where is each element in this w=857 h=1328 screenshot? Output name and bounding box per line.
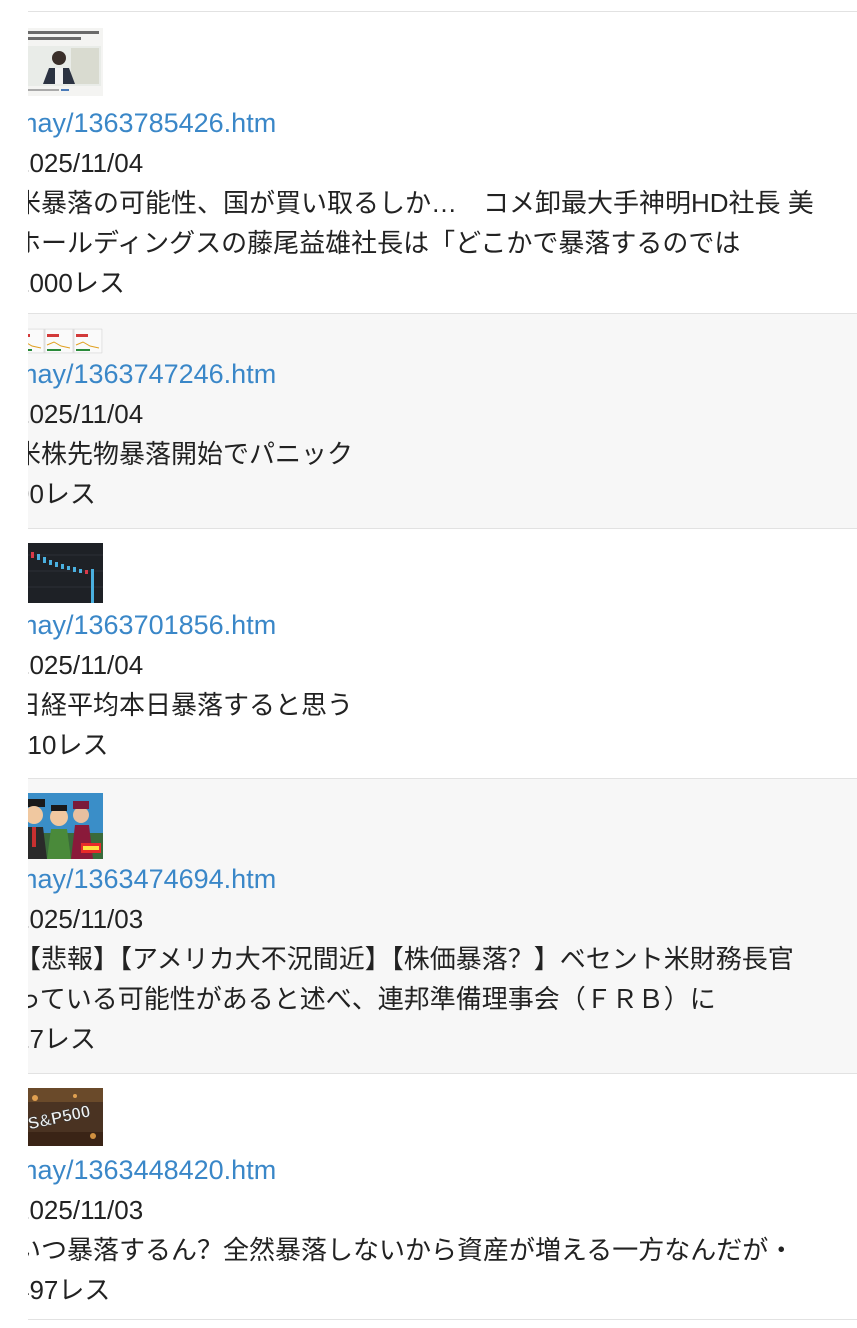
thread-title: 日経平均本日暴落すると思う [28,690,354,720]
thread-link[interactable]: may/1363785426.htm [28,103,857,143]
thumbnail-image[interactable] [28,328,103,354]
thread-link[interactable]: may/1363448420.htm [28,1150,857,1190]
thread-title: 米暴落の可能性、国が買い取るしか… コメ卸最大手神明HD社長 美 [28,188,814,218]
response-count: 90レス [28,479,96,509]
thread-date: 2025/11/03 [28,1195,144,1225]
thumbnail-image[interactable] [28,793,103,859]
thread-list: may/1363785426.htm 2025/11/04 米暴落の可能性、国が… [0,11,857,1320]
thread-date: 2025/11/04 [28,650,144,680]
thread-date: 2025/11/04 [28,148,144,178]
thumbnail-image[interactable] [28,28,103,96]
thread-excerpt: っている可能性があると述べ、連邦準備理事会（ＦＲＢ）に [28,984,716,1014]
thread-link[interactable]: may/1363474694.htm [28,859,857,899]
thumbnail-image[interactable]: S&P500 [28,1088,103,1146]
thread-link[interactable]: may/1363701856.htm [28,605,857,645]
thumbnail-image[interactable] [28,543,103,603]
thread-excerpt: ホールディングスの藤尾益雄社長は「どこかで暴落するのでは [28,228,741,258]
list-item: may/1363747246.htm 2025/11/04 米株先物暴落開始でパ… [28,313,857,528]
thread-link[interactable]: may/1363747246.htm [28,354,857,394]
list-item: may/1363785426.htm 2025/11/04 米暴落の可能性、国が… [28,11,857,313]
thread-date: 2025/11/03 [28,904,144,934]
list-item: S&P500 may/1363448420.htm 2025/11/03 いつ暴… [28,1073,857,1320]
list-item: may/1363701856.htm 2025/11/04 日経平均本日暴落する… [28,528,857,778]
thread-title: いつ暴落するん？全然暴落しないから資産が増える一方なんだが・ [28,1235,795,1265]
thread-title: 米株先物暴落開始でパニック [28,439,354,469]
response-count: 17レス [28,1024,96,1054]
thread-title: 【悲報】【アメリカ大不況間近】【株価暴落？】ベセント米財務長官 [28,944,794,974]
response-count: 110レス [28,730,109,760]
response-count: 497レス [28,1275,111,1305]
list-item: may/1363474694.htm 2025/11/03 【悲報】【アメリカ大… [28,778,857,1073]
response-count: 1000レス [28,268,125,298]
thread-date: 2025/11/04 [28,399,144,429]
